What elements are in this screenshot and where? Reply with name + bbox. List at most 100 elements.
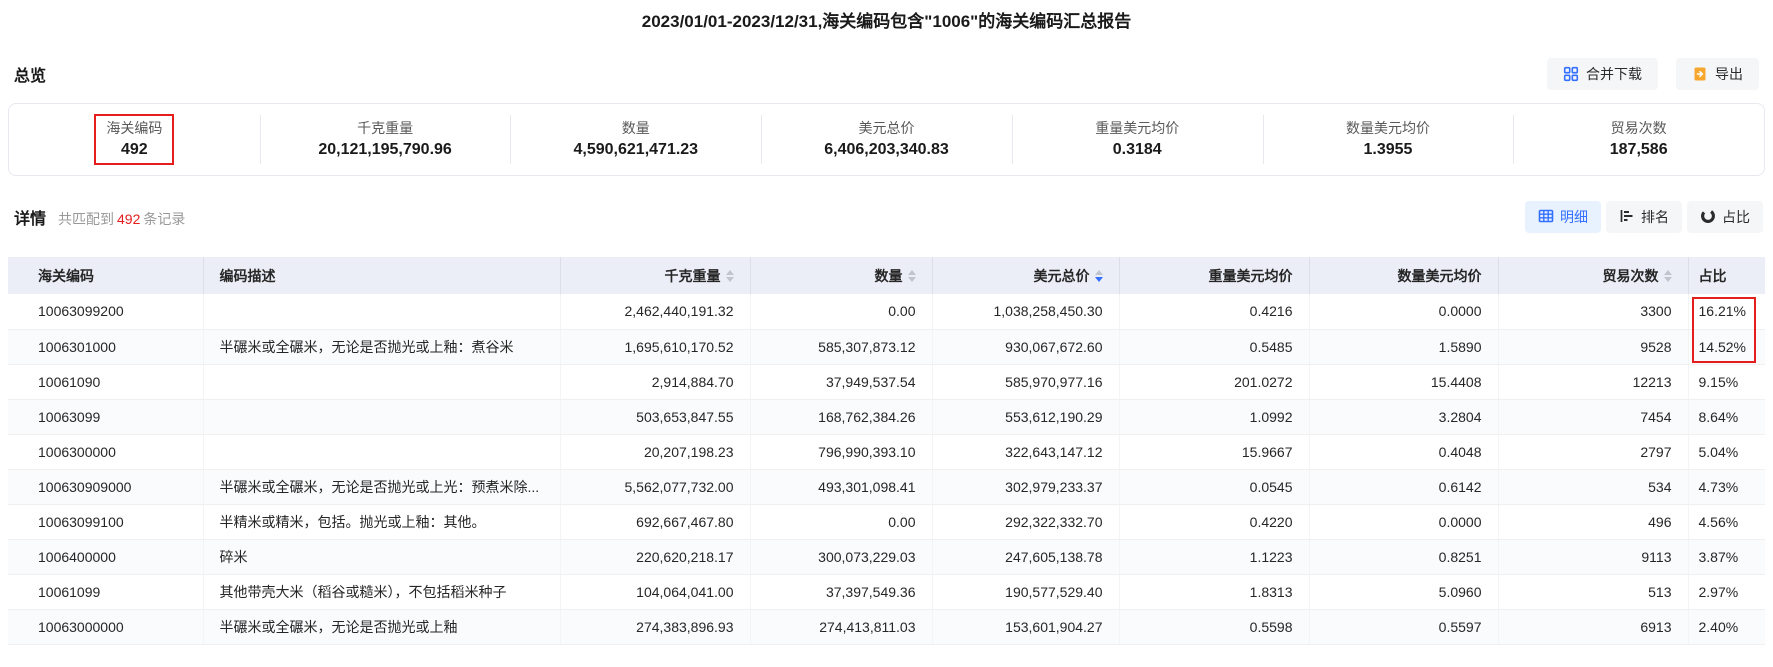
sort-up-icon (908, 270, 916, 275)
cell-trades: 534 (1498, 469, 1688, 504)
table-row: 100610902,914,884.7037,949,537.54585,970… (8, 364, 1765, 399)
cell-qty: 493,301,098.41 (750, 469, 932, 504)
cell-usd: 585,970,977.16 (932, 364, 1119, 399)
cell-usd: 322,643,147.12 (932, 434, 1119, 469)
summary-card: 重量美元均价 0.3184 (1012, 104, 1263, 175)
column-header-usd[interactable]: 美元总价 (932, 257, 1119, 294)
summary-card: 千克重量20,121,195,790.96 (260, 104, 511, 175)
cell-trades: 2797 (1498, 434, 1688, 469)
cell-trades: 496 (1498, 504, 1688, 539)
summary-card-inner: 数量美元均价1.3955 (1334, 114, 1442, 165)
summary-card-value: 187,586 (1610, 140, 1668, 160)
sort-down-icon (726, 277, 734, 282)
summary-card-value: 0.3184 (1113, 140, 1162, 160)
cell-usd: 153,601,904.27 (932, 609, 1119, 644)
cell-kg-avg: 1.8313 (1119, 574, 1309, 609)
summary-card-inner: 重量美元均价 0.3184 (1083, 114, 1191, 165)
cell-qty: 796,990,393.10 (750, 434, 932, 469)
column-label: 千克重量 (665, 266, 721, 286)
match-prefix: 共匹配到 (58, 211, 114, 227)
sort-up-icon (1664, 270, 1672, 275)
merge-download-icon (1563, 66, 1579, 82)
cell-trades: 3300 (1498, 294, 1688, 329)
cell-kg: 692,667,467.80 (560, 504, 750, 539)
cell-code: 10063099 (8, 399, 203, 434)
cell-qty: 585,307,873.12 (750, 329, 932, 364)
details-table-wrap: 海关编码编码描述千克重量数量美元总价重量美元均价数量美元均价贸易次数占比 100… (8, 257, 1765, 645)
cell-kg: 503,653,847.55 (560, 399, 750, 434)
sort-carets-icon[interactable] (1664, 270, 1672, 282)
cell-usd: 930,067,672.60 (932, 329, 1119, 364)
cell-kg: 274,383,896.93 (560, 609, 750, 644)
cell-desc (203, 364, 560, 399)
summary-card-label: 重量美元均价 (1095, 119, 1179, 137)
overview-section-title: 总览 (14, 62, 46, 86)
view-button-label: 明细 (1560, 207, 1588, 227)
cell-kg: 104,064,041.00 (560, 574, 750, 609)
cell-code: 10061090 (8, 364, 203, 399)
summary-card: 数量美元均价1.3955 (1263, 104, 1514, 175)
table-row: 1006301000半碾米或全碾米，无论是否抛光或上釉：煮谷米1,695,610… (8, 329, 1765, 364)
export-file-icon (1692, 66, 1708, 82)
cell-code: 10063000000 (8, 609, 203, 644)
table-row: 10063099 503,653,847.55168,762,384.26553,… (8, 399, 1765, 434)
cell-qty: 274,413,811.03 (750, 609, 932, 644)
cell-qty: 0.00 (750, 504, 932, 539)
column-label: 美元总价 (1034, 266, 1090, 286)
column-label: 占比 (1699, 266, 1727, 286)
pie-chart-icon (1700, 208, 1716, 227)
cell-code: 10061099 (8, 574, 203, 609)
view-switcher: 明细排名占比 (1525, 201, 1763, 233)
export-button[interactable]: 导出 (1676, 58, 1759, 90)
cell-code: 1006400000 (8, 539, 203, 574)
summary-card-inner: 贸易次数 187,586 (1598, 114, 1680, 165)
export-label: 导出 (1715, 64, 1743, 84)
cell-kg-avg: 1.1223 (1119, 539, 1309, 574)
summary-card-inner: 数量4,590,621,471.23 (562, 114, 711, 165)
merge-download-button[interactable]: 合并下载 (1547, 58, 1658, 90)
cell-share: 2.40% (1688, 609, 1765, 644)
table-row: 100630992002,462,440,191.320.001,038,258… (8, 294, 1765, 329)
cell-share: 16.21% (1688, 294, 1765, 329)
summary-card-value: 6,406,203,340.83 (824, 140, 949, 160)
cell-usd: 553,612,190.29 (932, 399, 1119, 434)
sort-carets-icon[interactable] (1095, 270, 1103, 282)
cell-qty: 168,762,384.26 (750, 399, 932, 434)
cell-share: 8.64% (1688, 399, 1765, 434)
cell-kg: 1,695,610,170.52 (560, 329, 750, 364)
cell-share: 4.56% (1688, 504, 1765, 539)
column-label: 海关编码 (38, 266, 94, 286)
summary-card-label: 海关编码 (106, 119, 162, 137)
cell-kg-avg: 0.5485 (1119, 329, 1309, 364)
cell-share: 9.15% (1688, 364, 1765, 399)
column-header-qty[interactable]: 数量 (750, 257, 932, 294)
cell-kg-avg: 1.0992 (1119, 399, 1309, 434)
summary-card-label: 贸易次数 (1611, 119, 1667, 137)
cell-qty-avg: 0.6142 (1309, 469, 1498, 504)
view-button-明细[interactable]: 明细 (1525, 201, 1601, 233)
column-header-kg[interactable]: 千克重量 (560, 257, 750, 294)
cell-share: 4.73% (1688, 469, 1765, 504)
table-row: 10063099100半精米或精米，包括。抛光或上釉：其他。692,667,46… (8, 504, 1765, 539)
cell-kg: 220,620,218.17 (560, 539, 750, 574)
column-header-trades[interactable]: 贸易次数 (1498, 257, 1688, 294)
cell-usd: 1,038,258,450.30 (932, 294, 1119, 329)
ranking-icon (1619, 208, 1635, 227)
cell-qty-avg: 1.5890 (1309, 329, 1498, 364)
sort-carets-icon[interactable] (908, 270, 916, 282)
cell-kg-avg: 0.0545 (1119, 469, 1309, 504)
sort-down-icon (908, 277, 916, 282)
cell-qty: 37,397,549.36 (750, 574, 932, 609)
view-button-占比[interactable]: 占比 (1687, 201, 1763, 233)
summary-cards: 海关编码492千克重量20,121,195,790.96 数量4,590,621,… (8, 103, 1765, 176)
table-header-row: 海关编码编码描述千克重量数量美元总价重量美元均价数量美元均价贸易次数占比 (8, 257, 1765, 294)
cell-qty: 0.00 (750, 294, 932, 329)
cell-share: 2.97% (1688, 574, 1765, 609)
sort-carets-icon[interactable] (726, 270, 734, 282)
summary-card: 海关编码492 (9, 104, 260, 175)
cell-code: 1006300000 (8, 434, 203, 469)
cell-kg-avg: 15.9667 (1119, 434, 1309, 469)
cell-share: 3.87% (1688, 539, 1765, 574)
view-button-排名[interactable]: 排名 (1606, 201, 1682, 233)
summary-card: 数量4,590,621,471.23 (510, 104, 761, 175)
